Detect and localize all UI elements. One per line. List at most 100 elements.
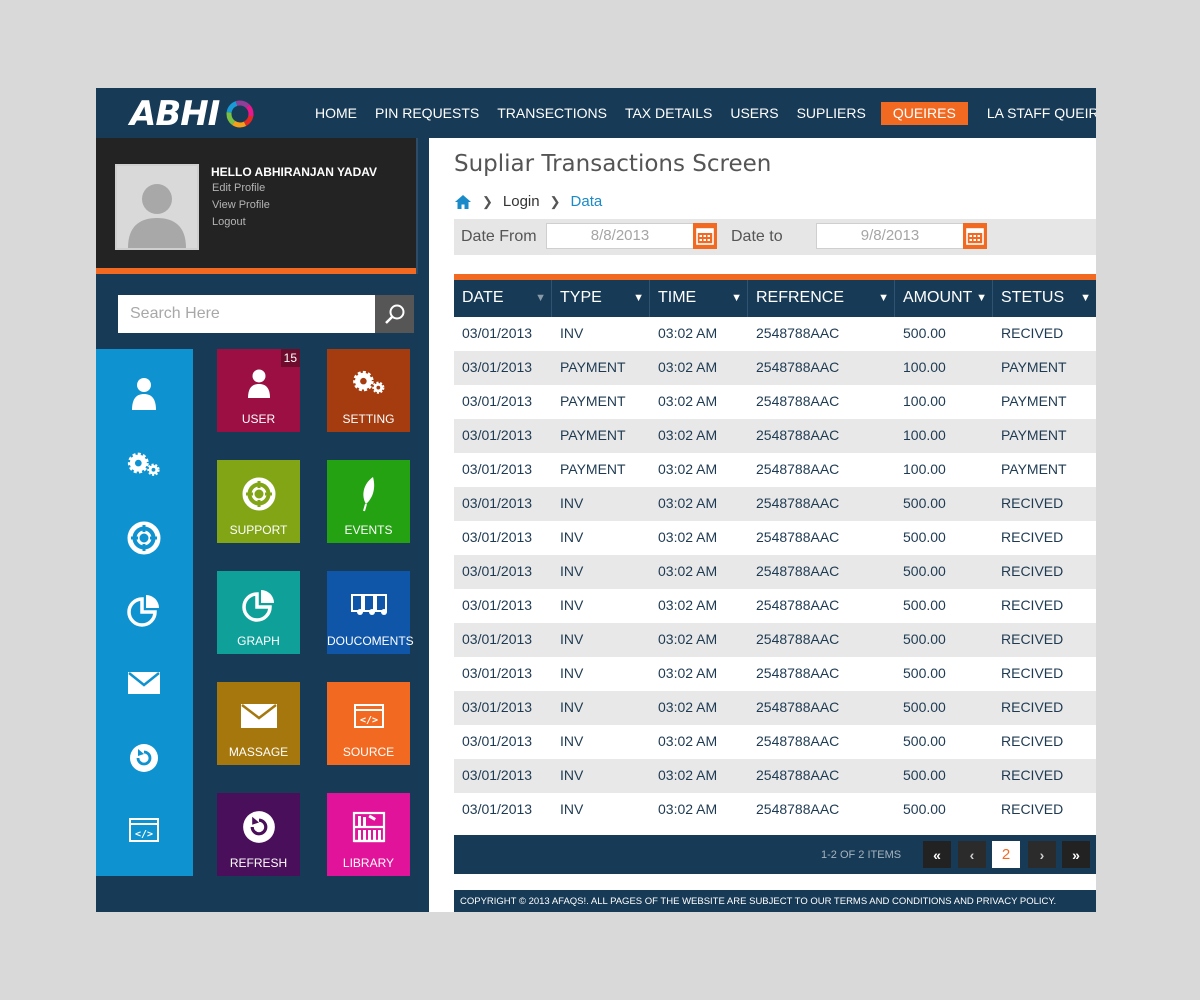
search-input[interactable] — [118, 295, 376, 333]
cell-stetus: RECIVED — [1001, 597, 1064, 613]
table-body: 03/01/2013 INV 03:02 AM 2548788AAC 500.00 REC… — [454, 317, 1096, 827]
quick-icon-sidebar: </> — [96, 349, 193, 876]
logo-ring-icon — [226, 100, 254, 128]
cell-stetus: RECIVED — [1001, 325, 1064, 341]
col-date[interactable]: DATE ▼ — [454, 280, 552, 317]
tile-support[interactable]: SUPPORT — [217, 460, 300, 543]
tile-graph[interactable]: GRAPH — [217, 571, 300, 654]
cell-date: 03/01/2013 — [462, 597, 533, 613]
calendar-icon[interactable] — [693, 223, 717, 249]
cell-time: 03:02 AM — [658, 563, 718, 579]
table-row[interactable]: 03/01/2013 INV 03:02 AM 2548788AAC 500.00 REC… — [454, 555, 1096, 589]
col-type[interactable]: TYPE ▼ — [552, 280, 650, 317]
table-row[interactable]: 03/01/2013 PAYMENT 03:02 AM 2548788AAC 100.0… — [454, 385, 1096, 419]
prev-page-button[interactable]: ‹ — [958, 841, 986, 868]
cell-date: 03/01/2013 — [462, 801, 533, 817]
settings-icon — [327, 365, 410, 401]
table-row[interactable]: 03/01/2013 PAYMENT 03:02 AM 2548788AAC 100.0… — [454, 419, 1096, 453]
tile-events[interactable]: EVENTS — [327, 460, 410, 543]
table-row[interactable]: 03/01/2013 INV 03:02 AM 2548788AAC 500.00 REC… — [454, 759, 1096, 793]
cell-stetus: PAYMENT — [1001, 359, 1067, 375]
settings-icon[interactable] — [126, 447, 162, 483]
view-profile-link[interactable]: View Profile — [212, 199, 270, 211]
tile-label: LIBRARY — [342, 856, 395, 870]
first-page-button[interactable]: « — [923, 841, 951, 868]
tile-label: SETTING — [342, 412, 395, 426]
divider — [416, 138, 418, 274]
tile-library[interactable]: LIBRARY — [327, 793, 410, 876]
next-page-button[interactable]: › — [1028, 841, 1056, 868]
cell-amount: 500.00 — [903, 563, 946, 579]
col-refrence[interactable]: REFRENCE ▼ — [748, 280, 895, 317]
home-icon[interactable] — [454, 194, 472, 210]
tile-setting[interactable]: SETTING — [327, 349, 410, 432]
cell-date: 03/01/2013 — [462, 495, 533, 511]
table-row[interactable]: 03/01/2013 INV 03:02 AM 2548788AAC 500.00 REC… — [454, 725, 1096, 759]
avatar[interactable] — [115, 164, 199, 250]
tile-doucoments[interactable]: DOUCOMENTS — [327, 571, 414, 654]
cell-time: 03:02 AM — [658, 767, 718, 783]
nav-pin-requests[interactable]: PIN REQUESTS — [366, 102, 488, 125]
table-row[interactable]: 03/01/2013 INV 03:02 AM 2548788AAC 500.00 REC… — [454, 487, 1096, 521]
logout-link[interactable]: Logout — [212, 216, 246, 228]
cell-date: 03/01/2013 — [462, 767, 533, 783]
col-time[interactable]: TIME ▼ — [650, 280, 748, 317]
table-row[interactable]: 03/01/2013 INV 03:02 AM 2548788AAC 500.00 REC… — [454, 623, 1096, 657]
breadcrumb-login[interactable]: Login — [503, 193, 540, 210]
cell-refrence: 2548788AAC — [756, 699, 840, 715]
calendar-icon[interactable] — [963, 223, 987, 249]
search-button[interactable] — [375, 295, 414, 333]
refresh-icon[interactable] — [126, 740, 162, 776]
edit-profile-link[interactable]: Edit Profile — [212, 182, 265, 194]
date-to-input[interactable]: 9/8/2013 — [816, 223, 964, 249]
cell-refrence: 2548788AAC — [756, 801, 840, 817]
current-page-button[interactable]: 2 — [992, 841, 1020, 868]
support-icon[interactable] — [126, 520, 162, 556]
col-date-label: DATE — [462, 289, 504, 306]
table-row[interactable]: 03/01/2013 INV 03:02 AM 2548788AAC 500.00 REC… — [454, 317, 1096, 351]
date-from-input[interactable]: 8/8/2013 — [546, 223, 694, 249]
tile-refresh[interactable]: REFRESH — [217, 793, 300, 876]
cell-refrence: 2548788AAC — [756, 597, 840, 613]
graph-icon[interactable] — [126, 592, 162, 628]
nav-la-staff-queires[interactable]: LA STAFF QUEIRES▼ — [978, 102, 1096, 125]
tile-source[interactable]: </> SOURCE — [327, 682, 410, 765]
cell-time: 03:02 AM — [658, 427, 718, 443]
chevron-right-icon: ❯ — [482, 193, 493, 209]
tile-massage[interactable]: MASSAGE — [217, 682, 300, 765]
cell-refrence: 2548788AAC — [756, 767, 840, 783]
cell-amount: 500.00 — [903, 801, 946, 817]
logo[interactable]: ABHI — [130, 94, 255, 134]
chevron-right-icon: ❯ — [549, 193, 561, 209]
last-page-button[interactable]: » — [1062, 841, 1090, 868]
cell-amount: 500.00 — [903, 767, 946, 783]
cell-type: PAYMENT — [560, 427, 626, 443]
nav-home[interactable]: HOME — [306, 102, 366, 125]
source-code-icon: </> — [327, 698, 410, 734]
cell-refrence: 2548788AAC — [756, 461, 840, 477]
table-row[interactable]: 03/01/2013 PAYMENT 03:02 AM 2548788AAC 100.0… — [454, 351, 1096, 385]
col-stetus[interactable]: STETUS ▼ — [993, 280, 1096, 317]
table-row[interactable]: 03/01/2013 INV 03:02 AM 2548788AAC 500.00 REC… — [454, 691, 1096, 725]
logo-text: ABHI — [130, 94, 220, 134]
table-row[interactable]: 03/01/2013 PAYMENT 03:02 AM 2548788AAC 100.0… — [454, 453, 1096, 487]
nav-queires[interactable]: QUEIRES — [880, 102, 968, 125]
cell-time: 03:02 AM — [658, 631, 718, 647]
user-icon[interactable] — [126, 375, 162, 411]
table-row[interactable]: 03/01/2013 INV 03:02 AM 2548788AAC 500.00 REC… — [454, 521, 1096, 555]
tile-user[interactable]: 15 USER — [217, 349, 300, 432]
table-row[interactable]: 03/01/2013 INV 03:02 AM 2548788AAC 500.00 REC… — [454, 657, 1096, 691]
table-row[interactable]: 03/01/2013 INV 03:02 AM 2548788AAC 500.00 REC… — [454, 589, 1096, 623]
nav-users[interactable]: USERS — [721, 102, 787, 125]
mail-icon[interactable] — [126, 665, 162, 701]
source-code-icon[interactable]: </> — [126, 812, 162, 848]
table-row[interactable]: 03/01/2013 INV 03:02 AM 2548788AAC 500.00 REC… — [454, 793, 1096, 827]
cell-date: 03/01/2013 — [462, 427, 533, 443]
nav-supliers[interactable]: SUPLIERS — [788, 102, 875, 125]
col-amount[interactable]: AMOUNT ▼ — [895, 280, 993, 317]
cell-date: 03/01/2013 — [462, 529, 533, 545]
nav-transections[interactable]: TRANSECTIONS — [488, 102, 616, 125]
cell-stetus: RECIVED — [1001, 563, 1064, 579]
nav-tax-details[interactable]: TAX DETAILS — [616, 102, 721, 125]
cell-type: INV — [560, 529, 584, 545]
